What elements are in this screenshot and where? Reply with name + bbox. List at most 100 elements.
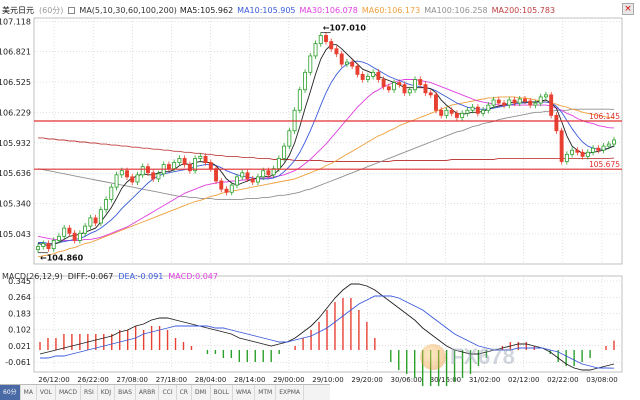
y-tick-label: 106.821 [0, 48, 31, 57]
tab-8[interactable]: CCI [159, 385, 177, 400]
candle-body [538, 96, 543, 104]
candle-body [486, 104, 491, 111]
close-icon[interactable]: × [622, 3, 634, 15]
diff-value: DIFF:-0.067 [67, 272, 114, 281]
candle-body [491, 99, 496, 106]
watermark-logo-icon [420, 344, 446, 370]
x-tick-label: 28/14:00 [234, 376, 265, 384]
candle-body [444, 109, 449, 116]
macd-y-tick-label: 0.183 [8, 309, 31, 318]
candle-body [407, 89, 412, 94]
tab-0[interactable]: 60分 [0, 385, 21, 400]
checkbox-icon[interactable] [68, 6, 76, 14]
candle-body [606, 143, 611, 147]
tab-4[interactable]: RSI [81, 385, 98, 400]
tab-12[interactable]: WMA [233, 385, 256, 400]
x-tick-label: 30/16:00 [430, 376, 461, 384]
tab-5[interactable]: KDJ [98, 385, 116, 400]
candle-body [51, 240, 56, 250]
candle-body [109, 186, 114, 200]
tab-9[interactable]: CR [177, 385, 192, 400]
candle-body [297, 89, 302, 111]
candle-body [423, 84, 428, 94]
ma-params: MA(5,10,30,60,100,200) [79, 5, 177, 15]
candle-body [208, 162, 213, 170]
candle-body [308, 55, 313, 73]
y-tick-label: 107.118 [0, 17, 31, 26]
x-tick-label: 26/22:00 [77, 376, 108, 384]
candle-body [365, 76, 370, 80]
candle-body [596, 147, 601, 151]
candle-body [360, 73, 365, 80]
candle-body [355, 65, 360, 75]
candle-body [41, 243, 46, 247]
candle-body [198, 155, 203, 159]
candle-body [72, 232, 77, 241]
candle-body [439, 109, 444, 116]
series-ma200 [38, 137, 615, 162]
x-tick-label: 28/04:00 [195, 376, 226, 384]
candle-body [303, 71, 308, 91]
candle-body [261, 170, 266, 178]
watermark-text: FX678 [450, 344, 515, 369]
series-ma10 [38, 60, 615, 244]
x-tick-label: 27/08:00 [117, 376, 148, 384]
candle-body [119, 170, 124, 176]
candle-body [36, 246, 40, 251]
candle-body [240, 172, 245, 178]
candle-body [324, 35, 328, 42]
candle-body [224, 188, 229, 193]
tab-13[interactable]: MTM [255, 385, 277, 400]
candle-body [449, 109, 454, 114]
candle-body [125, 170, 129, 178]
candle-body [533, 102, 538, 106]
series-ma30 [37, 79, 615, 241]
candle-body [543, 94, 548, 98]
candle-body [56, 235, 61, 241]
macd-y-tick-label: 0.264 [8, 293, 31, 302]
candle-body [371, 71, 376, 77]
y-tick-label: 105.636 [0, 169, 31, 178]
macd-value: MACD:0.047 [168, 272, 218, 281]
candle-body [470, 106, 475, 111]
candle-body [528, 100, 533, 106]
x-tick-label: 31/02:00 [469, 376, 500, 384]
candle-body [88, 217, 93, 227]
candle-body [481, 109, 486, 114]
tab-6[interactable]: BIAS [115, 385, 136, 400]
candle-body [376, 71, 381, 80]
x-tick-label: 30/06:00 [391, 376, 422, 384]
candle-body [187, 164, 192, 172]
candle-body [46, 243, 51, 250]
candle-body [98, 209, 103, 224]
candle-body [392, 82, 397, 91]
period-label: (60分) [39, 5, 64, 15]
symbol-name: 美元日元 [2, 5, 34, 15]
tab-7[interactable]: ARBR [136, 385, 160, 400]
horizontal-line-label: 106.145 [589, 112, 620, 121]
candle-body [397, 82, 402, 86]
tab-1[interactable]: MA [21, 385, 37, 400]
ma-item-4: MA100:106.258 [424, 5, 488, 15]
macd-y-tick-label: 0.021 [8, 342, 31, 351]
candle-body [140, 166, 145, 176]
tab-10[interactable]: DMI [192, 385, 211, 400]
tab-11[interactable]: BOLL [211, 385, 233, 400]
candle-body [329, 41, 334, 50]
x-tick-label: 26/12:00 [38, 376, 69, 384]
candle-body [413, 79, 417, 91]
dea-value: DEA:-0.091 [118, 272, 164, 281]
candle-body [344, 61, 349, 65]
x-tick-label: 03/08:00 [586, 376, 617, 384]
tab-14[interactable]: EXPMA [276, 385, 305, 400]
macd-legend: MACD(26,12,9) DIFF:-0.067 DEA:-0.091 MAC… [2, 272, 218, 281]
tab-2[interactable]: VOL [37, 385, 56, 400]
candle-body [104, 199, 109, 211]
candle-body [465, 109, 470, 114]
candle-body [454, 112, 459, 118]
candle-body [255, 176, 260, 183]
tab-3[interactable]: MACD [56, 385, 81, 400]
macd-y-tick-label: -0.061 [5, 358, 31, 367]
candle-body [219, 180, 224, 190]
candle-body [564, 153, 569, 162]
